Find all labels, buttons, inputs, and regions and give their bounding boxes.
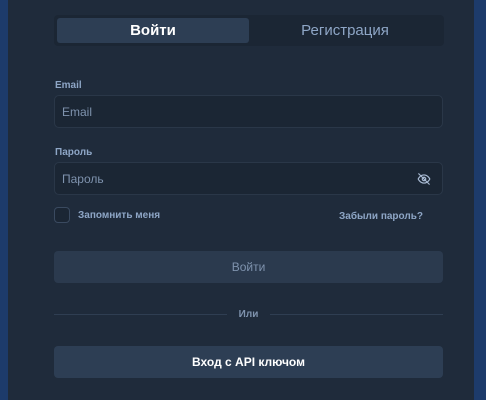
divider-line-right (270, 313, 443, 315)
auth-tabs: Войти Регистрация (54, 15, 444, 46)
email-field-wrapper (54, 95, 443, 128)
eye-off-icon[interactable] (416, 171, 432, 187)
remember-me-label[interactable]: Запомнить меня (78, 210, 160, 221)
email-label: Email (55, 80, 82, 91)
remember-me-checkbox[interactable] (54, 207, 70, 223)
api-key-login-button[interactable]: Вход с API ключом (54, 346, 443, 378)
password-label: Пароль (55, 147, 93, 158)
login-panel: Войти Регистрация Email Пароль Запомнить… (8, 0, 474, 400)
forgot-password-link[interactable]: Забыли пароль? (339, 211, 423, 222)
divider-line-left (54, 313, 227, 315)
or-divider: Или (54, 307, 443, 321)
login-button[interactable]: Войти (54, 251, 443, 283)
password-field[interactable] (55, 163, 416, 194)
divider-text: Или (238, 308, 259, 320)
tab-register[interactable]: Регистрация (249, 18, 441, 43)
tab-login[interactable]: Войти (57, 18, 249, 43)
remember-me-row: Запомнить меня (54, 207, 160, 223)
password-field-wrapper (54, 162, 443, 195)
email-field[interactable] (55, 96, 442, 127)
